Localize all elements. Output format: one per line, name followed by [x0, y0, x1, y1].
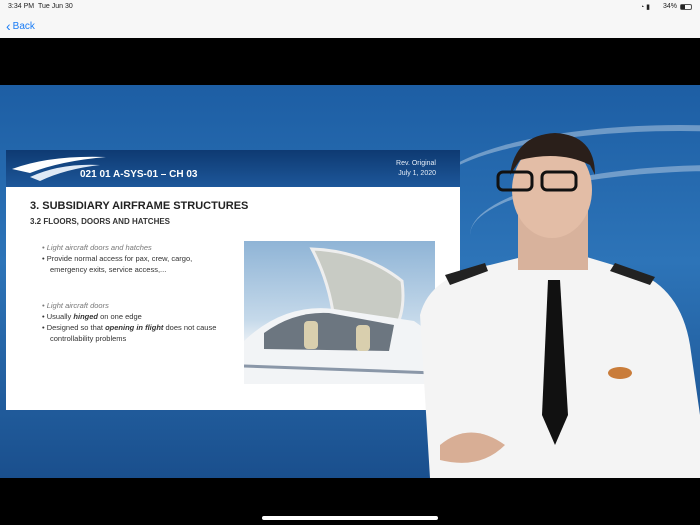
slide-subtitle: 3.2 FLOORS, DOORS AND HATCHES [30, 217, 171, 226]
status-date: Tue Jun 30 [38, 3, 73, 10]
bullet-group-2: Light aircraft doors Usually hinged on o… [42, 300, 222, 344]
slide-title: 3. SUBSIDIARY AIRFRAME STRUCTURES [30, 200, 249, 212]
emphasis: hinged [73, 312, 98, 321]
status-time: 3:34 PM [8, 3, 35, 10]
emphasis: opening in flight [105, 323, 164, 332]
back-label: Back [12, 20, 35, 32]
text: on one edge [98, 312, 142, 321]
battery-icon [680, 4, 692, 10]
chevron-left-icon: ‹ [6, 18, 11, 34]
lecture-slide: 021 01 A-SYS-01 – CH 03 Rev. Original Jul… [6, 150, 460, 410]
instructor-video [410, 115, 700, 478]
wifi-icon: ◔ ▮ [640, 4, 651, 11]
home-indicator[interactable] [262, 516, 438, 520]
slide-header: 021 01 A-SYS-01 – CH 03 Rev. Original Jul… [6, 150, 460, 187]
aircraft-illustration [244, 247, 435, 384]
text: Designed so that [46, 323, 106, 332]
bullet: Light aircraft doors [47, 300, 222, 311]
back-button[interactable]: ‹ Back [6, 18, 35, 34]
bullet: Usually hinged on one edge [46, 311, 222, 322]
status-bar: 3:34 PM Tue Jun 30 ◔ ▮ 34% ‹ Back [0, 0, 700, 38]
battery-percent: 34% [663, 3, 678, 10]
deck-code: 021 01 A-SYS-01 – CH 03 [80, 169, 198, 180]
aircraft-door-photo [244, 241, 435, 384]
bullet: Provide normal access for pax, crew, car… [47, 253, 222, 275]
video-player[interactable]: 021 01 A-SYS-01 – CH 03 Rev. Original Jul… [0, 85, 700, 478]
text: Usually [46, 312, 74, 321]
instructor-figure [420, 133, 700, 478]
bullet-group-1: Light aircraft doors and hatches Provide… [42, 242, 222, 275]
bullet: Designed so that opening in flight does … [46, 322, 222, 344]
bullet: Light aircraft doors and hatches [47, 242, 222, 253]
